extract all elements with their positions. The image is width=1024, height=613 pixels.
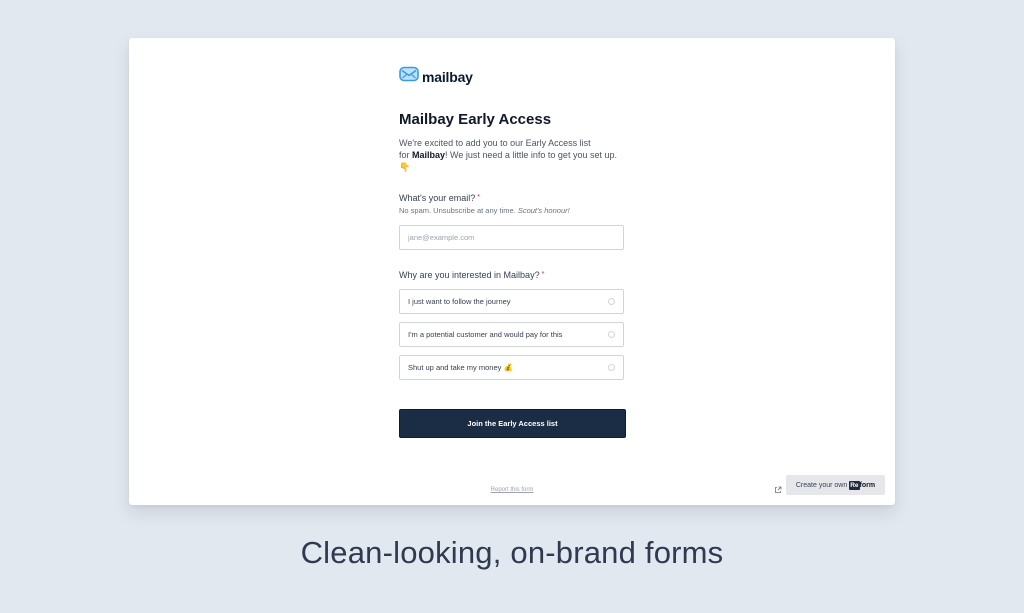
- intro-for: for: [399, 150, 413, 160]
- email-help-italic: Scout's honour!: [517, 206, 570, 215]
- email-question-text: What's your email?: [399, 193, 476, 203]
- mailbay-envelope-logo-icon: [399, 66, 419, 87]
- form-intro: We're excited to add you to our Early Ac…: [399, 137, 639, 173]
- option-label: Shut up and take my money 💰: [408, 363, 513, 372]
- required-marker: *: [541, 271, 545, 278]
- email-question-label: What's your email? *: [399, 193, 480, 203]
- submit-label: Join the Early Access list: [467, 419, 558, 428]
- join-early-access-button[interactable]: Join the Early Access list: [399, 409, 626, 438]
- reform-logo-mark: Re: [849, 480, 860, 490]
- marketing-tagline: Clean-looking, on-brand forms: [300, 535, 724, 570]
- radio-circle-icon[interactable]: [608, 298, 615, 305]
- option-take-my-money[interactable]: Shut up and take my money 💰: [399, 355, 624, 380]
- intro-line-1: We're excited to add you to our Early Ac…: [399, 138, 591, 148]
- radio-circle-icon[interactable]: [608, 364, 615, 371]
- radio-circle-icon[interactable]: [608, 331, 615, 338]
- intro-rest: ! We just need a little info to get you …: [445, 150, 617, 160]
- report-form-link[interactable]: Report this form: [473, 487, 551, 493]
- external-link-icon[interactable]: [774, 481, 782, 499]
- email-input[interactable]: [399, 225, 624, 250]
- email-help-plain: No spam. Unsubscribe at any time.: [399, 206, 516, 215]
- interest-question-text: Why are you interested in Mailbay?: [399, 270, 540, 280]
- reform-logo-text: form: [859, 481, 876, 489]
- intro-brand: Mailbay: [412, 150, 446, 160]
- create-your-own-button[interactable]: Create your own Re form: [786, 475, 885, 495]
- email-help-text: No spam. Unsubscribe at any time. Scout'…: [399, 206, 570, 215]
- required-marker: *: [477, 194, 480, 201]
- interest-question-label: Why are you interested in Mailbay? *: [399, 270, 544, 280]
- option-label: I'm a potential customer and would pay f…: [408, 330, 563, 339]
- option-potential-customer[interactable]: I'm a potential customer and would pay f…: [399, 322, 624, 347]
- create-own-text: Create your own: [795, 481, 848, 489]
- form-title: Mailbay Early Access: [399, 111, 552, 128]
- brand-name: mailbay: [422, 68, 473, 85]
- option-follow-journey[interactable]: I just want to follow the journey: [399, 289, 624, 314]
- brand-logo: mailbay: [399, 66, 473, 87]
- form-card: mailbay Mailbay Early Access We're excit…: [129, 38, 895, 505]
- option-label: I just want to follow the journey: [408, 297, 511, 306]
- pointing-down-emoji: 👇: [399, 162, 411, 172]
